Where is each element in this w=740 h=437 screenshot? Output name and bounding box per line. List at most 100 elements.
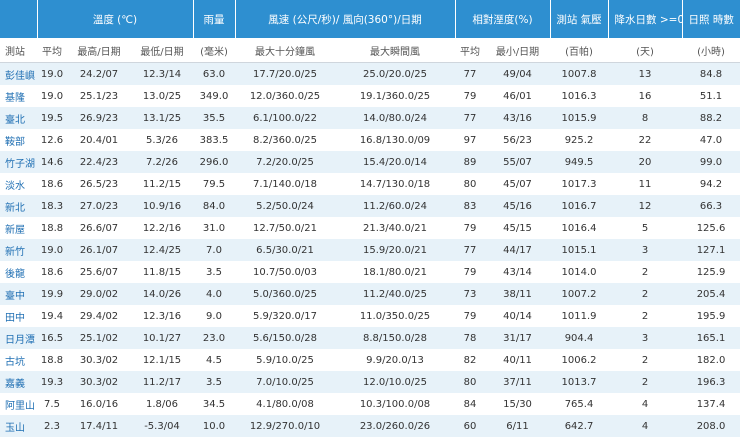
table-cell: 9.0 xyxy=(193,305,235,327)
table-cell: 205.4 xyxy=(682,283,740,305)
table-cell: 66.3 xyxy=(682,195,740,217)
table-cell: 97 xyxy=(455,129,485,151)
table-cell: 18.8 xyxy=(37,349,67,371)
table-body: 測站 平均 最高/日期 最低/日期 (毫米) 最大十分鐘風 最大瞬間風 平均 最… xyxy=(0,38,740,437)
table-cell: 7.2/26 xyxy=(131,151,193,173)
table-cell: 10.7/50.0/03 xyxy=(235,261,335,283)
subheader-cell: 測站 xyxy=(0,38,37,63)
table-row: 彭佳嶼 19.0 24.2/07 12.3/14 63.0 17.7/20.0/25 25.… xyxy=(0,62,740,85)
header-temperature: 溫度 (℃) xyxy=(37,0,194,38)
header-pressure: 測站 氣壓 xyxy=(550,0,609,38)
table-cell: 29.4/02 xyxy=(67,305,131,327)
table-cell: 1016.4 xyxy=(550,217,609,239)
table-cell: 78 xyxy=(455,327,485,349)
table-cell: 5 xyxy=(608,217,683,239)
table-cell: 11.8/15 xyxy=(131,261,193,283)
table-cell: 6.1/100.0/22 xyxy=(235,107,335,129)
table-cell: 7.5 xyxy=(37,393,67,415)
table-cell: 24.2/07 xyxy=(67,62,131,85)
table-cell: 1017.3 xyxy=(550,173,609,195)
header-sunshine: 日照 時數 xyxy=(682,0,740,38)
station-name: 田中 xyxy=(0,305,37,327)
header-rain-days: 降水日數 >=0.1毫米 xyxy=(608,0,683,38)
table-cell: 5.0/360.0/25 xyxy=(235,283,335,305)
table-cell: 5.2/50.0/24 xyxy=(235,195,335,217)
table-cell: 19.3 xyxy=(37,371,67,393)
table-cell: 5.9/320.0/17 xyxy=(235,305,335,327)
table-cell: 17.7/20.0/25 xyxy=(235,62,335,85)
table-cell: 13.0/25 xyxy=(131,85,193,107)
table-cell: 43/14 xyxy=(485,261,551,283)
table-cell: 11.2/15 xyxy=(131,173,193,195)
table-cell: 3 xyxy=(608,327,683,349)
station-name: 臺北 xyxy=(0,107,37,129)
table-cell: 12.7/50.0/21 xyxy=(235,217,335,239)
subheader-cell: 平均 xyxy=(37,38,67,63)
table-cell: 25.1/23 xyxy=(67,85,131,107)
subheader-cell: 最大十分鐘風 xyxy=(235,38,335,63)
subheader-cell: 最低/日期 xyxy=(131,38,193,63)
table-cell: 25.1/02 xyxy=(67,327,131,349)
table-cell: 99.0 xyxy=(682,151,740,173)
table-cell: 31/17 xyxy=(485,327,551,349)
table-row: 日月潭 16.5 25.1/02 10.1/27 23.0 5.6/150.0/28 8.8… xyxy=(0,327,740,349)
table-cell: 63.0 xyxy=(193,62,235,85)
table-cell: 34.5 xyxy=(193,393,235,415)
table-cell: 77 xyxy=(455,107,485,129)
station-name: 鞍部 xyxy=(0,129,37,151)
table-cell: 125.9 xyxy=(682,261,740,283)
table-cell: 15.9/20.0/21 xyxy=(335,239,455,261)
table-row: 淡水 18.6 26.5/23 11.2/15 79.5 7.1/140.0/18 14.7… xyxy=(0,173,740,195)
table-cell: 45/15 xyxy=(485,217,551,239)
table-cell: 1015.1 xyxy=(550,239,609,261)
subheader-cell: (小時) xyxy=(682,38,740,63)
table-cell: 79 xyxy=(455,85,485,107)
table-cell: 12.3/16 xyxy=(131,305,193,327)
table-cell: 383.5 xyxy=(193,129,235,151)
table-row: 新北 18.3 27.0/23 10.9/16 84.0 5.2/50.0/24 11.2/… xyxy=(0,195,740,217)
table-cell: 21.3/40.0/21 xyxy=(335,217,455,239)
table-cell: 1015.9 xyxy=(550,107,609,129)
table-cell: 8.8/150.0/28 xyxy=(335,327,455,349)
table-cell: 79 xyxy=(455,305,485,327)
table-row: 鞍部 12.6 20.4/01 5.3/26 383.5 8.2/360.0/25 16.8… xyxy=(0,129,740,151)
table-cell: 26.9/23 xyxy=(67,107,131,129)
table-cell: 3.5 xyxy=(193,261,235,283)
table-cell: 2 xyxy=(608,371,683,393)
table-cell: 20.4/01 xyxy=(67,129,131,151)
table-cell: 84.8 xyxy=(682,62,740,85)
table-cell: 4.5 xyxy=(193,349,235,371)
table-cell: 12.4/25 xyxy=(131,239,193,261)
table-cell: 2 xyxy=(608,283,683,305)
table-row: 古坑 18.8 30.3/02 12.1/15 4.5 5.9/10.0/25 9.9/20… xyxy=(0,349,740,371)
table-cell: 5.3/26 xyxy=(131,129,193,151)
table-cell: 3.5 xyxy=(193,371,235,393)
table-cell: 77 xyxy=(455,62,485,85)
table-cell: 7.1/140.0/18 xyxy=(235,173,335,195)
table-cell: 80 xyxy=(455,371,485,393)
station-name: 日月潭 xyxy=(0,327,37,349)
table-cell: 37/11 xyxy=(485,371,551,393)
table-cell: 83 xyxy=(455,195,485,217)
table-cell: 45/07 xyxy=(485,173,551,195)
table-cell: 125.6 xyxy=(682,217,740,239)
table-cell: 18.3 xyxy=(37,195,67,217)
table-cell: 84 xyxy=(455,393,485,415)
table-cell: 16.5 xyxy=(37,327,67,349)
table-row: 後龍 18.6 25.6/07 11.8/15 3.5 10.7/50.0/03 18.1/… xyxy=(0,261,740,283)
table-cell: 1013.7 xyxy=(550,371,609,393)
table-cell: 79.5 xyxy=(193,173,235,195)
table-cell: 26.1/07 xyxy=(67,239,131,261)
table-cell: 19.0 xyxy=(37,62,67,85)
table-cell: 19.1/360.0/25 xyxy=(335,85,455,107)
table-cell: 1006.2 xyxy=(550,349,609,371)
subheader-cell: (百帕) xyxy=(550,38,609,63)
table-cell: 94.2 xyxy=(682,173,740,195)
station-name: 基隆 xyxy=(0,85,37,107)
table-cell: 25.6/07 xyxy=(67,261,131,283)
table-cell: 4.0 xyxy=(193,283,235,305)
table-cell: 949.5 xyxy=(550,151,609,173)
table-cell: 16.0/16 xyxy=(67,393,131,415)
subheader-cell: (天) xyxy=(608,38,683,63)
table-cell: 26.6/07 xyxy=(67,217,131,239)
